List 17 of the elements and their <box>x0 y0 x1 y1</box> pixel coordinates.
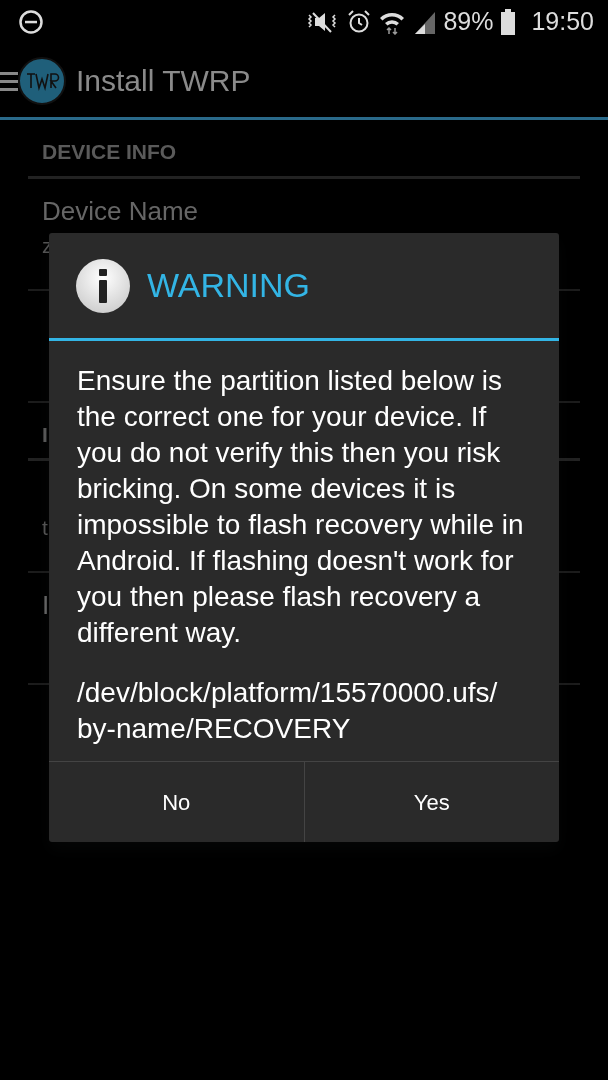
setting-title: Device Name <box>42 194 199 228</box>
do-not-disturb-icon <box>18 9 44 35</box>
partition-path: /dev/block/platform/15570000.ufs/by-name/RECOVERY <box>77 676 499 746</box>
battery-percentage: 89% <box>443 6 494 38</box>
alarm-icon <box>347 9 372 35</box>
no-button[interactable]: No <box>49 762 304 842</box>
dialog-title: WARNING <box>147 265 311 306</box>
yes-button[interactable]: Yes <box>303 762 559 842</box>
toolbar-title: Install TWRP <box>76 63 251 99</box>
setting-value: t <box>42 515 48 541</box>
app-logo-icon <box>18 56 66 105</box>
clock: 19:50 <box>531 6 594 38</box>
signal-icon <box>413 10 436 34</box>
battery-icon <box>501 9 516 35</box>
setting-title: I <box>42 589 50 622</box>
info-icon <box>75 257 131 314</box>
section-header: DEVICE INFO <box>28 120 580 179</box>
